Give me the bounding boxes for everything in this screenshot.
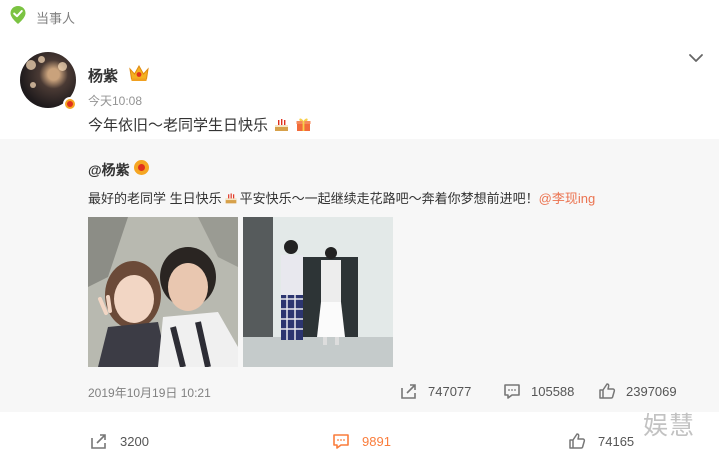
repost-text-part1: 最好的老同学 生日快乐	[88, 191, 222, 206]
thumbs-up-icon	[599, 383, 616, 399]
gift-emoji-icon	[296, 118, 311, 131]
chevron-down-icon[interactable]	[688, 52, 704, 64]
share-count: 3200	[120, 433, 149, 449]
thumbs-up-icon	[569, 433, 586, 449]
photo-1[interactable]	[88, 217, 238, 367]
repost-verified-badge-icon	[134, 160, 149, 175]
comment-icon	[333, 434, 349, 449]
photo-2[interactable]	[243, 217, 393, 367]
share-icon	[91, 434, 106, 449]
comment-icon	[504, 384, 520, 399]
repost-author[interactable]: @杨紫	[88, 160, 130, 180]
post-time: 今天10:08	[88, 94, 143, 108]
comment-count: 9891	[362, 433, 391, 449]
repost-share-count: 747077	[428, 383, 472, 399]
repost-date: 2019年10月19日 10:21	[88, 386, 211, 400]
repost-like-button[interactable]: 2397069	[598, 381, 677, 401]
topic-tag-label: 当事人	[36, 11, 76, 26]
like-count: 74165	[598, 433, 635, 449]
author-name[interactable]: 杨紫	[88, 65, 118, 86]
repost-text: 最好的老同学 生日快乐 平安快乐～一起继续走花路吧～奔着你梦想前进吧！ @李现i…	[88, 188, 595, 207]
top-bar: 当事人	[0, 0, 719, 36]
post-content: 今年依旧～老同学生日快乐	[88, 114, 312, 135]
like-button[interactable]: 74165	[568, 430, 634, 452]
repost-like-count: 2397069	[626, 383, 677, 399]
cake-emoji-icon	[225, 192, 236, 203]
share-button[interactable]: 3200	[90, 430, 149, 452]
crown-icon	[129, 64, 149, 81]
post-text: 今年依旧～老同学生日快乐	[88, 117, 269, 134]
mention-link[interactable]: @李现ing	[539, 188, 596, 207]
hallway-illustration	[243, 217, 393, 367]
repost-comment-button[interactable]: 105588	[503, 381, 574, 401]
repost-text-part2: 平安快乐～一起继续走花路吧～奔着你梦想前进吧！	[239, 191, 539, 206]
cake-emoji-icon	[275, 119, 289, 131]
comment-button[interactable]: 9891	[332, 430, 391, 452]
location-pin-icon	[10, 6, 26, 24]
watermark-text: 娱慧	[643, 411, 696, 440]
verified-badge-icon	[63, 97, 77, 111]
selfie-illustration	[88, 217, 238, 367]
share-icon	[401, 384, 416, 399]
repost-share-button[interactable]: 747077	[400, 381, 471, 401]
repost-comment-count: 105588	[531, 383, 575, 399]
